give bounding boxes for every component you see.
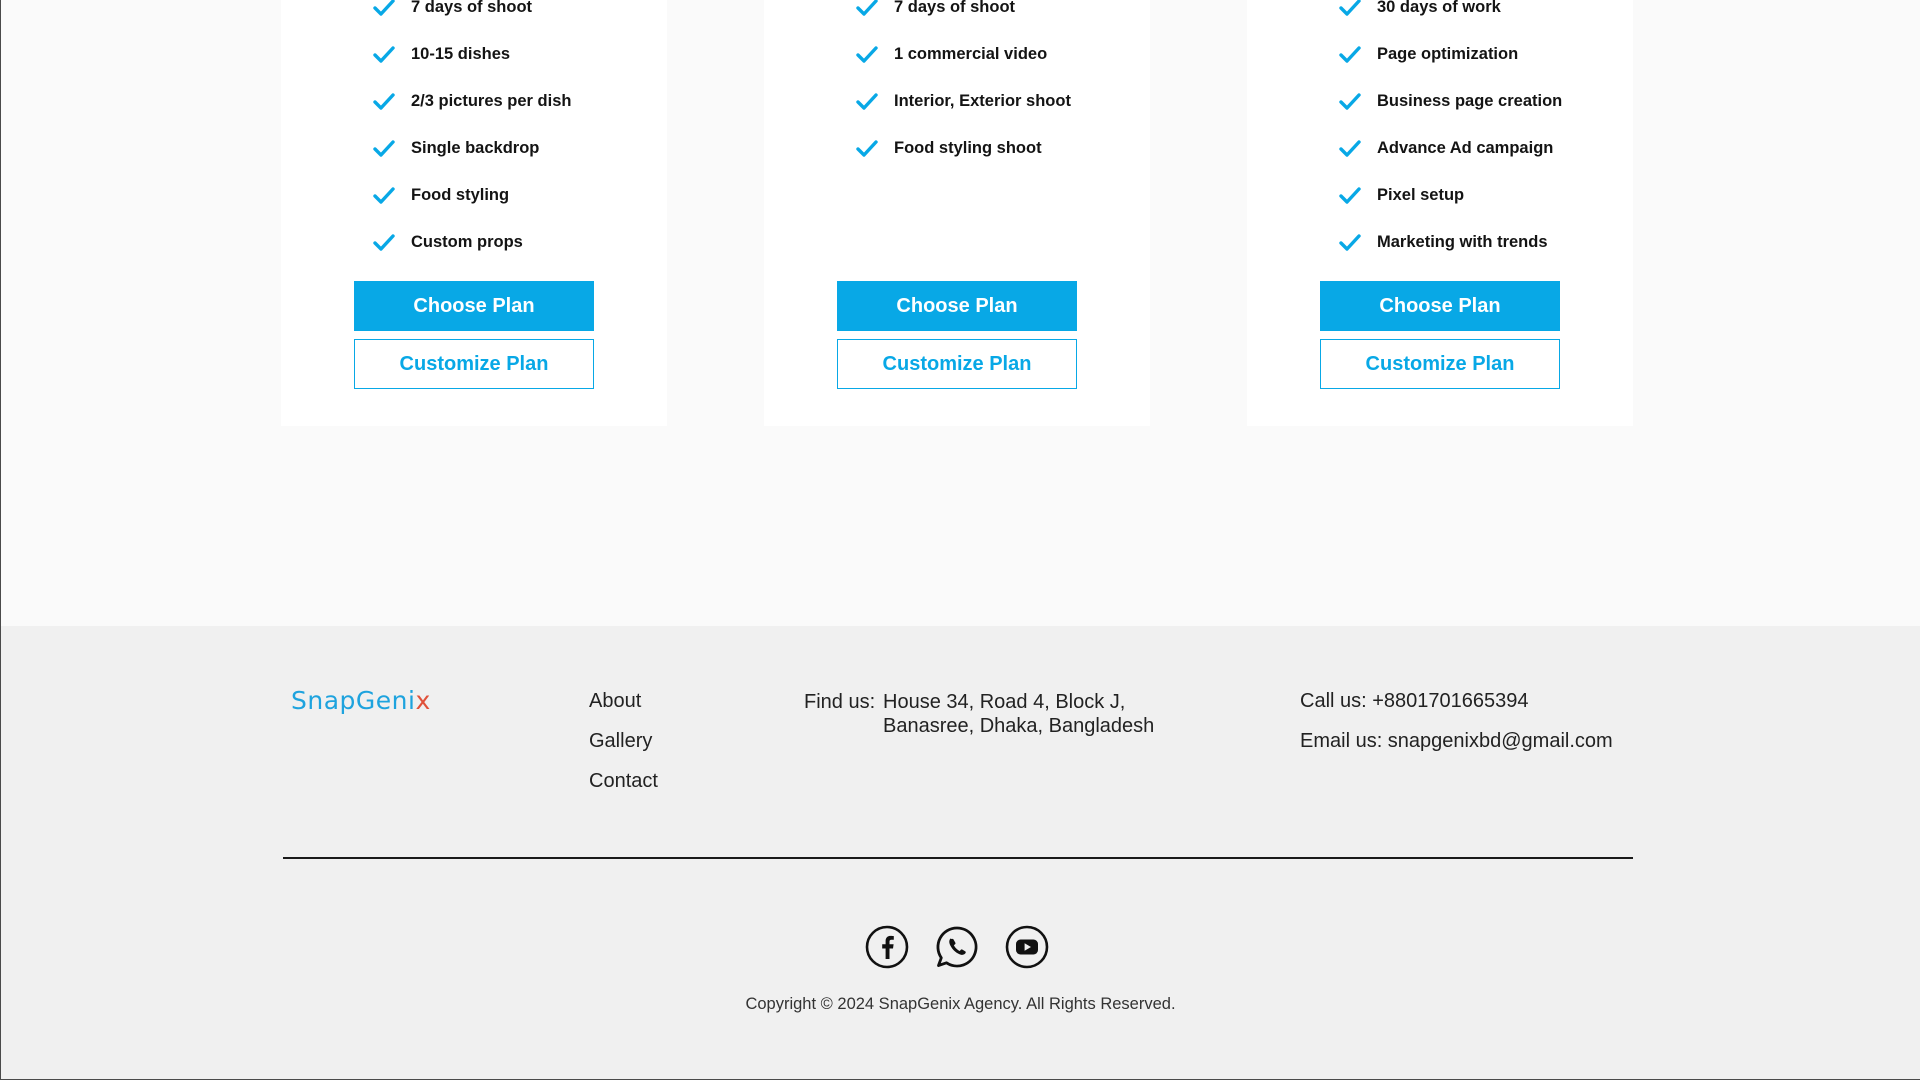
check-icon (856, 139, 878, 158)
check-icon (373, 233, 395, 252)
address-line-1: House 34, Road 4, Block J, (883, 691, 1126, 713)
footer-link-about[interactable]: About (589, 690, 658, 730)
copyright-text: Copyright © 2024 SnapGenix Agency. All R… (745, 995, 1176, 1013)
feature-item: Marketing with trends (1339, 219, 1562, 266)
feature-item: Single backdrop (373, 125, 571, 172)
feature-item: 1 commercial video (856, 31, 1071, 78)
customize-plan-button[interactable]: Customize Plan (354, 339, 594, 389)
check-icon (373, 186, 395, 205)
check-icon (373, 0, 395, 17)
check-icon (1339, 45, 1361, 64)
feature-label: Advance Ad campaign (1377, 139, 1554, 157)
feature-item: 30 days of work (1339, 0, 1562, 31)
plan-card-3: 30 days of work Page optimization Busine… (1247, 0, 1633, 426)
feature-item: 7 days of shoot (373, 0, 571, 31)
feature-item: 7 days of shoot (856, 0, 1071, 31)
plan-features: 7 days of shoot 10-15 dishes 2/3 picture… (373, 0, 571, 266)
feature-label: 10-15 dishes (411, 45, 511, 63)
logo-accent-letter: x (415, 686, 431, 715)
feature-label: 30 days of work (1377, 0, 1501, 16)
feature-item: Business page creation (1339, 78, 1562, 125)
feature-label: Food styling (411, 186, 510, 204)
customize-plan-button[interactable]: Customize Plan (837, 339, 1077, 389)
site-footer: SnapGenix About Gallery Contact Find us:… (1, 626, 1920, 1079)
plan-card-1: 7 days of shoot 10-15 dishes 2/3 picture… (281, 0, 667, 426)
footer-link-contact[interactable]: Contact (589, 770, 658, 810)
feature-item: Interior, Exterior shoot (856, 78, 1071, 125)
feature-label: Business page creation (1377, 92, 1563, 110)
whatsapp-icon[interactable] (935, 925, 979, 969)
social-links (865, 925, 1049, 969)
feature-item: Advance Ad campaign (1339, 125, 1562, 172)
check-icon (1339, 0, 1361, 17)
choose-plan-button[interactable]: Choose Plan (837, 281, 1077, 331)
feature-label: 2/3 pictures per dish (411, 92, 572, 110)
feature-label: Interior, Exterior shoot (894, 92, 1071, 110)
footer-link-gallery[interactable]: Gallery (589, 730, 658, 770)
feature-label: 7 days of shoot (411, 0, 533, 16)
check-icon (373, 45, 395, 64)
check-icon (1339, 233, 1361, 252)
phone-text: Call us: +8801701665394 (1300, 690, 1529, 712)
feature-label: Custom props (411, 233, 523, 251)
email-text: Email us: snapgenixbd@gmail.com (1300, 730, 1613, 752)
check-icon (1339, 92, 1361, 111)
check-icon (373, 92, 395, 111)
feature-label: Pixel setup (1377, 186, 1465, 204)
address-label: Find us: (804, 691, 876, 713)
feature-label: Page optimization (1377, 45, 1519, 63)
feature-item: Page optimization (1339, 31, 1562, 78)
logo-text: SnapGeni (291, 686, 416, 715)
footer-address: Find us: House 34, Road 4, Block J, Banas… (804, 690, 1154, 738)
check-icon (856, 92, 878, 111)
customize-plan-button[interactable]: Customize Plan (1320, 339, 1560, 389)
footer-divider (283, 857, 1633, 859)
feature-item: Food styling (373, 172, 571, 219)
feature-item: Custom props (373, 219, 571, 266)
facebook-icon[interactable] (865, 925, 909, 969)
choose-plan-button[interactable]: Choose Plan (1320, 281, 1560, 331)
address-line-2: Banasree, Dhaka, Bangladesh (883, 715, 1155, 737)
feature-label: Marketing with trends (1377, 233, 1548, 251)
check-icon (373, 139, 395, 158)
choose-plan-button[interactable]: Choose Plan (354, 281, 594, 331)
plan-features: 7 days of shoot 1 commercial video Inter… (856, 0, 1071, 172)
feature-item: Food styling shoot (856, 125, 1071, 172)
feature-item: Pixel setup (1339, 172, 1562, 219)
footer-contact: Call us: +8801701665394 Email us: snapge… (1300, 690, 1613, 770)
feature-item: 2/3 pictures per dish (373, 78, 571, 125)
feature-label: 7 days of shoot (894, 0, 1016, 16)
check-icon (1339, 186, 1361, 205)
footer-nav: About Gallery Contact (589, 690, 658, 810)
feature-label: Single backdrop (411, 139, 540, 157)
check-icon (1339, 139, 1361, 158)
feature-label: 1 commercial video (894, 45, 1048, 63)
check-icon (856, 45, 878, 64)
feature-label: Food styling shoot (894, 139, 1042, 157)
youtube-icon[interactable] (1005, 925, 1049, 969)
plan-card-2: 7 days of shoot 1 commercial video Inter… (764, 0, 1150, 426)
check-icon (856, 0, 878, 17)
snapgenix-logo[interactable]: SnapGenix (291, 686, 431, 715)
feature-item: 10-15 dishes (373, 31, 571, 78)
plan-features: 30 days of work Page optimization Busine… (1339, 0, 1562, 266)
